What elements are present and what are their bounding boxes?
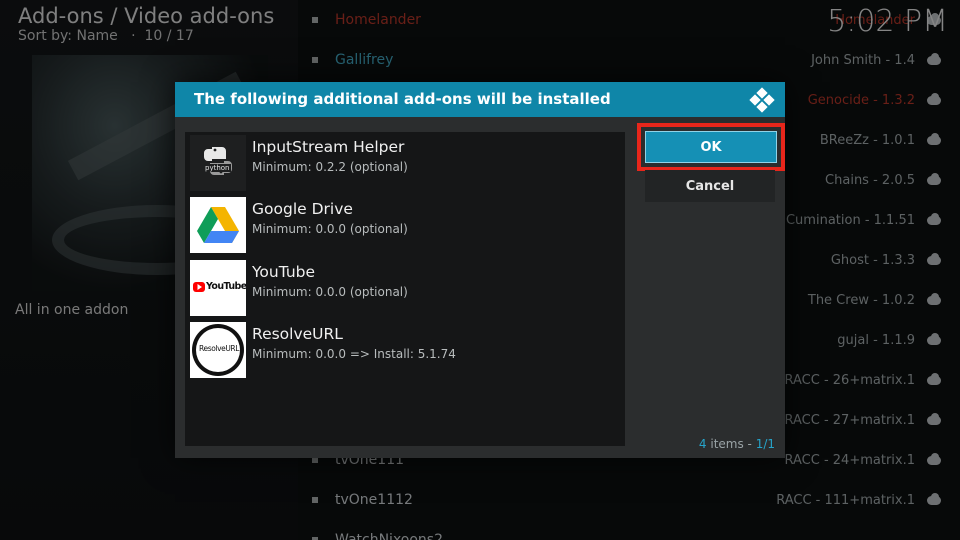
- addon-requirement: Minimum: 0.2.2 (optional): [252, 160, 408, 174]
- kodi-logo-icon: [749, 87, 775, 113]
- addon-name: Google Drive: [252, 200, 353, 218]
- python-logo-icon: python: [190, 135, 246, 191]
- dialog-header: The following additional add-ons will be…: [175, 82, 785, 117]
- addon-requirement: Minimum: 0.0.0 (optional): [252, 285, 408, 299]
- items-count: 4 items - 1/1: [699, 437, 775, 451]
- addon-requirement: Minimum: 0.0.0 (optional): [252, 222, 408, 236]
- addon-name: InputStream Helper: [252, 138, 405, 156]
- youtube-logo-text: YouTube: [206, 281, 246, 292]
- google-drive-icon: [190, 197, 246, 253]
- list-item[interactable]: python InputStream Helper Minimum: 0.2.2…: [190, 135, 620, 193]
- resolveurl-logo-text: ResolveURL: [199, 344, 240, 353]
- ok-button[interactable]: OK: [645, 131, 777, 163]
- ok-button-highlight: OK: [637, 123, 785, 171]
- list-item[interactable]: Google Drive Minimum: 0.0.0 (optional): [190, 197, 620, 255]
- addon-name: YouTube: [252, 263, 316, 281]
- dialog-title: The following additional add-ons will be…: [194, 90, 611, 108]
- list-item[interactable]: ResolveURL ResolveURL Minimum: 0.0.0 => …: [190, 322, 620, 380]
- youtube-logo-icon: YouTube: [190, 260, 246, 316]
- list-item[interactable]: YouTube YouTube Minimum: 0.0.0 (optional…: [190, 260, 620, 318]
- addon-dependency-list: python InputStream Helper Minimum: 0.2.2…: [185, 132, 625, 446]
- addon-requirement: Minimum: 0.0.0 => Install: 5.1.74: [252, 347, 456, 361]
- resolveurl-logo-icon: ResolveURL: [190, 322, 246, 378]
- python-logo-text: python: [204, 164, 231, 172]
- items-count-label: items -: [706, 437, 756, 451]
- items-count-page: 1/1: [755, 437, 775, 451]
- cancel-button[interactable]: Cancel: [645, 170, 775, 202]
- items-count-number: 4: [698, 437, 707, 451]
- install-dependencies-dialog: The following additional add-ons will be…: [175, 82, 785, 458]
- addon-name: ResolveURL: [252, 325, 343, 343]
